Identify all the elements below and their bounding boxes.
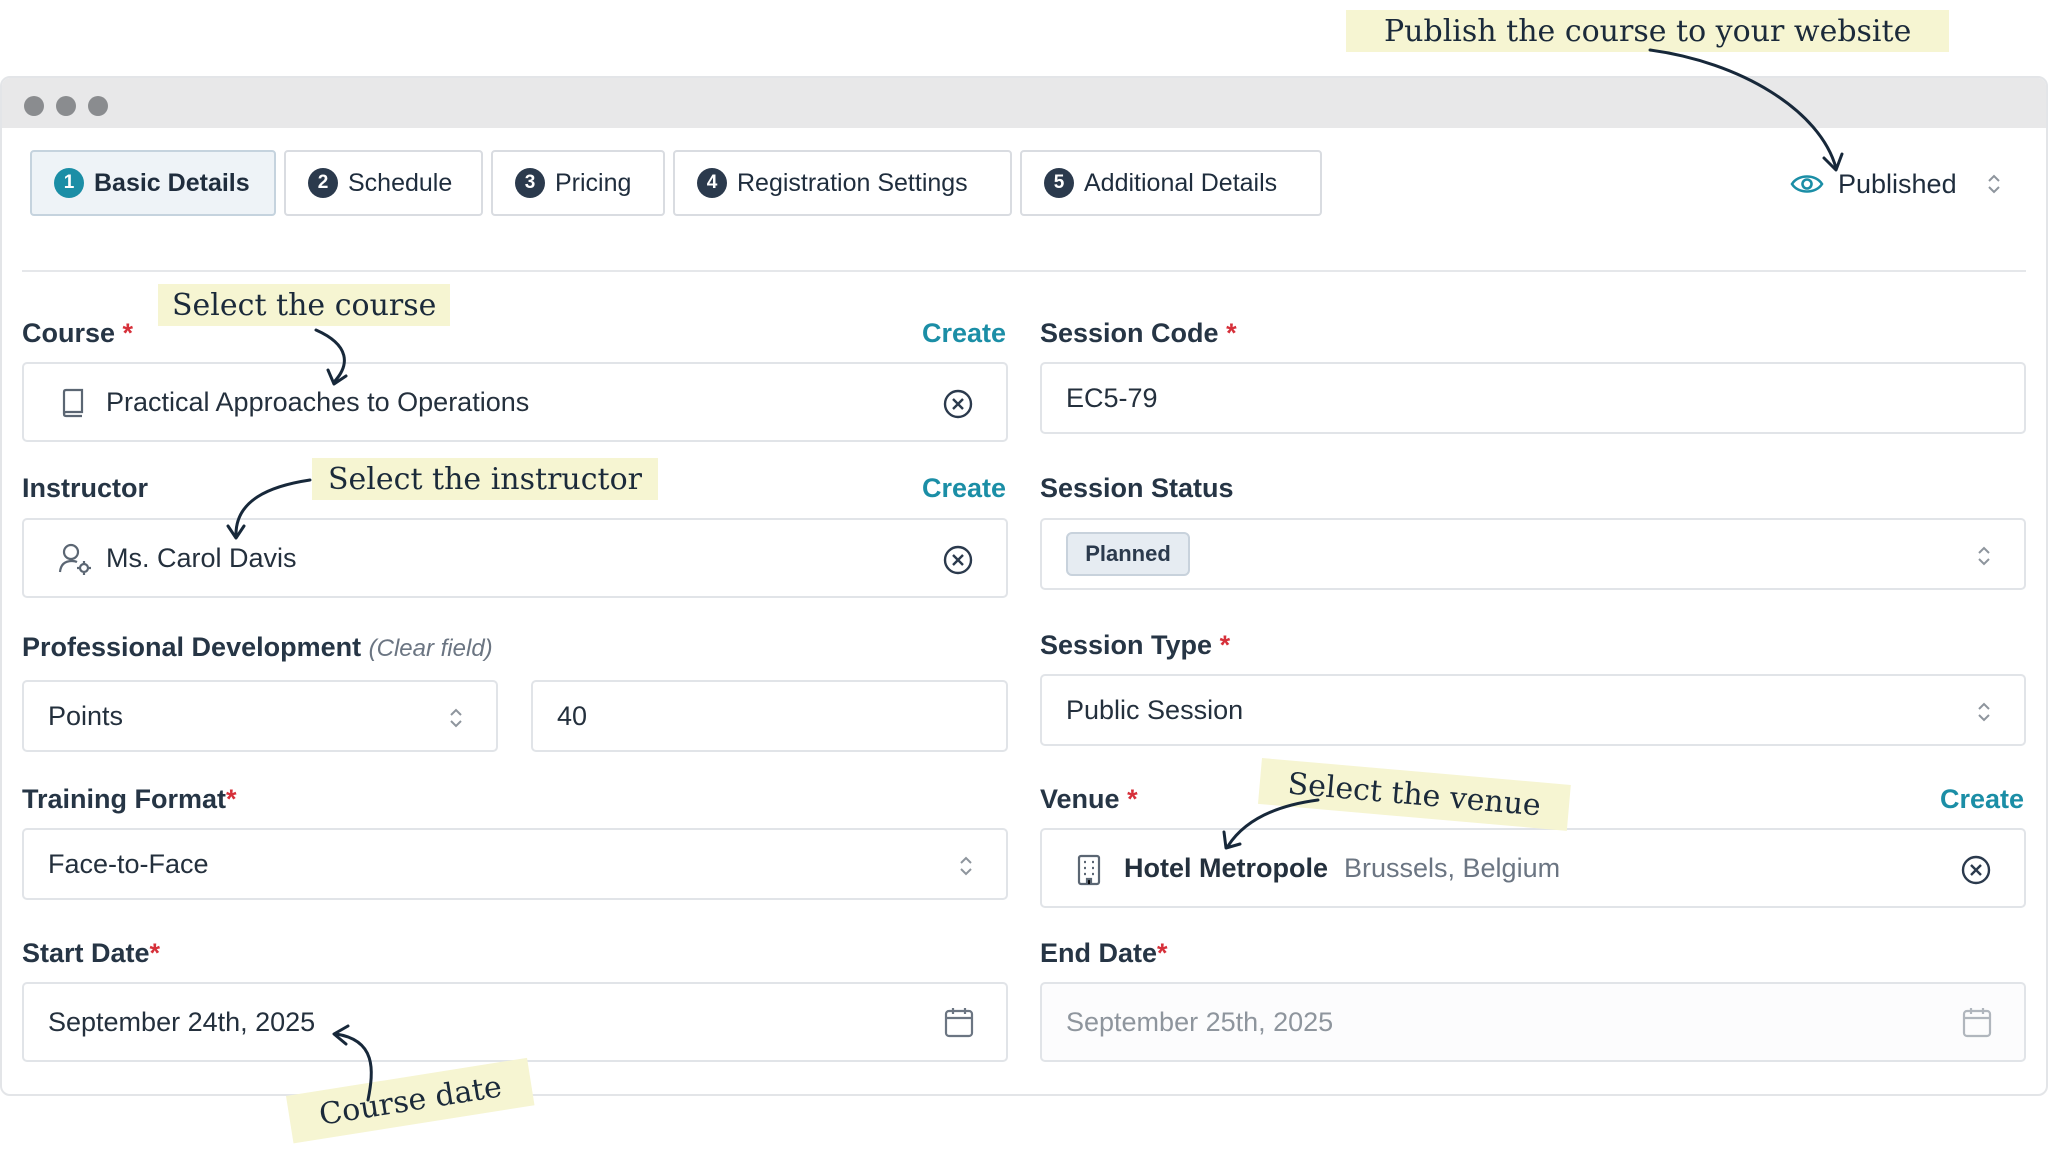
publish-status-select[interactable]: Published	[1790, 162, 2020, 206]
chevron-updown-icon	[1978, 546, 1990, 566]
user-gear-icon	[58, 543, 91, 575]
session-status-select[interactable]: Planned	[1040, 518, 2026, 590]
clear-icon[interactable]	[1960, 854, 1992, 886]
tab-schedule[interactable]: 2 Schedule	[284, 150, 483, 216]
tab-number: 2	[308, 168, 338, 198]
session-type-value: Public Session	[1066, 694, 1244, 725]
tab-number: 3	[515, 168, 545, 198]
header-divider	[22, 270, 2026, 272]
status-badge: Planned	[1066, 532, 1190, 576]
session-status-label: Session Status	[1040, 473, 1234, 503]
tab-number: 4	[697, 168, 727, 198]
professional-development-label: Professional Development (Clear field)	[22, 632, 493, 662]
course-value: Practical Approaches to Operations	[106, 386, 530, 417]
window-minimize-dot[interactable]	[56, 96, 76, 116]
points-amount-value: 40	[557, 700, 588, 731]
end-date-input[interactable]: September 25th, 2025	[1040, 982, 2026, 1062]
training-format-label: Training Format*	[22, 784, 237, 814]
create-venue-link[interactable]: Create	[1940, 784, 2024, 815]
building-icon	[1077, 854, 1101, 886]
session-code-value: EC5-79	[1066, 382, 1158, 413]
start-date-label: Start Date*	[22, 938, 161, 968]
points-amount-input[interactable]: 40	[531, 680, 1008, 752]
venue-field[interactable]: Hotel Metropole Brussels, Belgium	[1040, 828, 2026, 908]
tab-number: 1	[54, 168, 84, 198]
tab-label: Pricing	[555, 168, 632, 197]
chevron-updown-icon	[1978, 702, 1990, 722]
venue-name: Hotel Metropole	[1124, 852, 1329, 883]
start-date-input[interactable]: September 24th, 2025	[22, 982, 1008, 1062]
tab-pricing[interactable]: 3 Pricing	[491, 150, 665, 216]
end-date-label: End Date*	[1040, 938, 1168, 968]
venue-location: Brussels, Belgium	[1344, 852, 1561, 883]
training-format-value: Face-to-Face	[48, 848, 209, 879]
window-maximize-dot[interactable]	[88, 96, 108, 116]
eye-icon	[1790, 175, 1824, 193]
tab-additional-details[interactable]: 5 Additional Details	[1020, 150, 1322, 216]
book-icon	[62, 388, 84, 418]
calendar-icon[interactable]	[944, 1006, 974, 1038]
course-label: Course *	[22, 318, 134, 348]
chevron-updown-icon	[960, 856, 972, 876]
create-instructor-link[interactable]: Create	[922, 473, 1006, 504]
clear-icon[interactable]	[942, 544, 974, 576]
training-format-select[interactable]: Face-to-Face	[22, 828, 1008, 900]
tab-label: Registration Settings	[737, 168, 968, 197]
instructor-label: Instructor	[22, 473, 149, 503]
chevron-updown-icon	[1988, 174, 2000, 194]
instructor-value: Ms. Carol Davis	[106, 542, 297, 573]
course-field[interactable]: Practical Approaches to Operations	[22, 362, 1008, 442]
calendar-icon[interactable]	[1962, 1006, 1992, 1038]
annotation-publish: Publish the course to your website	[1346, 10, 1950, 52]
start-date-value: September 24th, 2025	[48, 1006, 316, 1037]
session-code-label: Session Code *	[1040, 318, 1237, 348]
tab-label: Additional Details	[1084, 168, 1278, 197]
points-select-value: Points	[48, 700, 124, 731]
clear-field-hint[interactable]: (Clear field)	[369, 635, 493, 662]
session-code-input[interactable]: EC5-79	[1040, 362, 2026, 434]
publish-status-value: Published	[1838, 168, 1957, 199]
end-date-value: September 25th, 2025	[1066, 1006, 1334, 1037]
session-type-select[interactable]: Public Session	[1040, 674, 2026, 746]
tab-number: 5	[1044, 168, 1074, 198]
annotation-course: Select the course	[158, 284, 451, 326]
points-select[interactable]: Points	[22, 680, 498, 752]
tab-label: Basic Details	[94, 168, 250, 197]
clear-icon[interactable]	[942, 388, 974, 420]
create-course-link[interactable]: Create	[922, 318, 1006, 349]
venue-label: Venue *	[1040, 784, 1138, 814]
tab-label: Schedule	[348, 168, 453, 197]
annotation-instructor: Select the instructor	[312, 458, 659, 500]
tab-registration-settings[interactable]: 4 Registration Settings	[673, 150, 1012, 216]
title-bar	[2, 78, 2046, 128]
instructor-field[interactable]: Ms. Carol Davis	[22, 518, 1008, 598]
chevron-updown-icon	[450, 708, 462, 728]
window-close-dot[interactable]	[24, 96, 44, 116]
session-type-label: Session Type *	[1040, 630, 1231, 660]
tab-basic-details[interactable]: 1 Basic Details	[30, 150, 276, 216]
